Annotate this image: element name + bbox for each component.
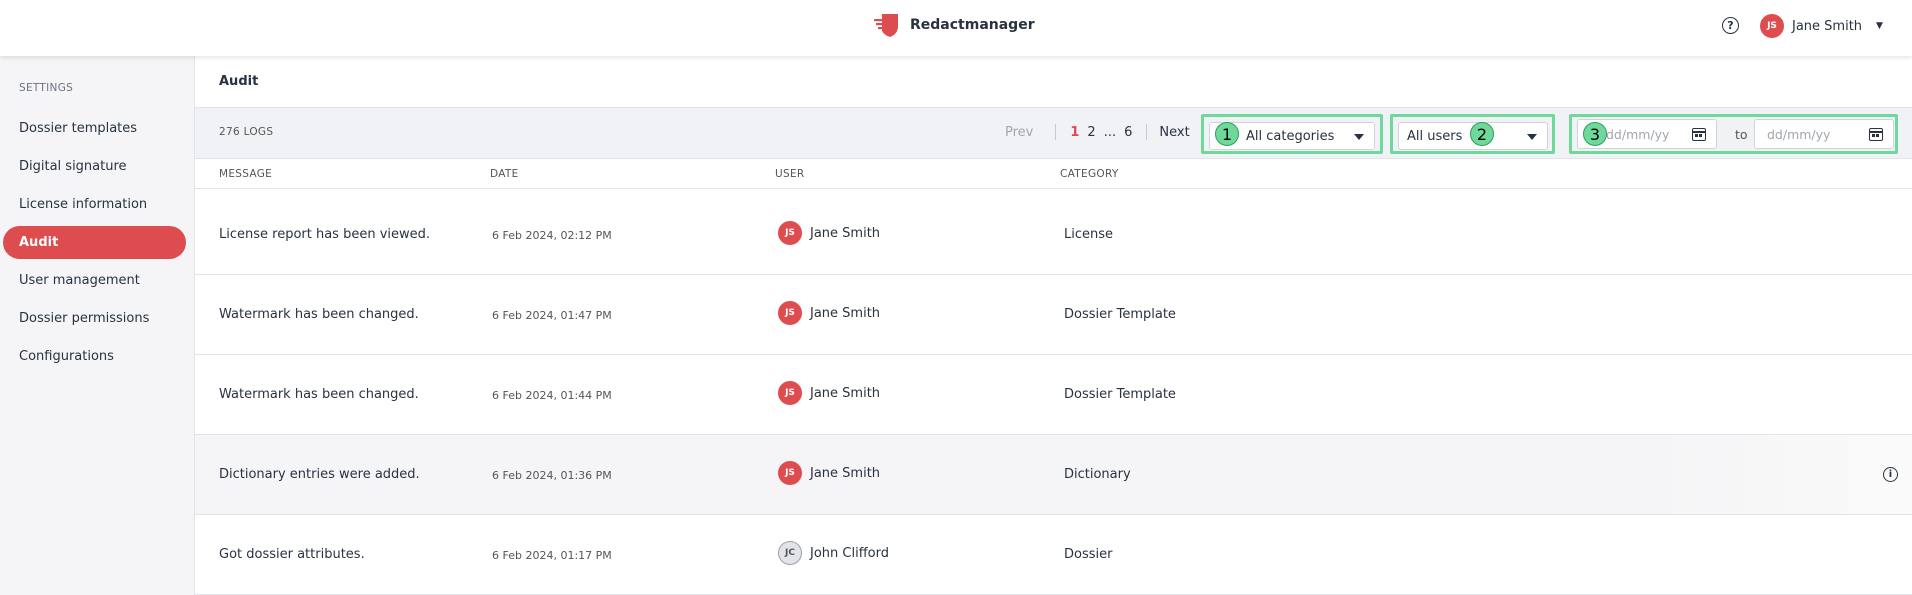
- row-user: JS Jane Smith: [778, 301, 880, 325]
- row-user: JS Jane Smith: [778, 381, 880, 405]
- row-user: JS Jane Smith: [778, 221, 880, 245]
- page-title: Audit: [219, 74, 259, 89]
- column-header-message[interactable]: MESSAGE: [219, 168, 272, 180]
- audit-toolbar: 276 LOGS Prev 1 2 ... 6 Next All categor…: [195, 107, 1912, 159]
- user-menu[interactable]: JS Jane Smith ▼: [1760, 14, 1883, 38]
- date-to-input[interactable]: dd/mm/yy: [1754, 119, 1894, 149]
- table-header: MESSAGE DATE USER CATEGORY: [195, 159, 1912, 189]
- column-header-user[interactable]: USER: [775, 168, 804, 180]
- table-row[interactable]: Watermark has been changed. 6 Feb 2024, …: [195, 355, 1912, 435]
- row-category: Dossier: [1064, 547, 1113, 562]
- row-message: Got dossier attributes.: [219, 547, 365, 562]
- row-user-name: Jane Smith: [810, 305, 881, 321]
- row-date: 6 Feb 2024, 01:17 PM: [492, 549, 612, 562]
- top-bar: Redactmanager ? JS Jane Smith ▼: [0, 0, 1912, 56]
- row-category: Dossier Template: [1064, 387, 1176, 402]
- chevron-down-icon: [1527, 134, 1537, 140]
- sidebar-title: SETTINGS: [19, 82, 74, 94]
- row-category: License: [1064, 227, 1114, 242]
- annotation-badge-1: 1: [1215, 122, 1239, 146]
- calendar-icon[interactable]: [1692, 128, 1706, 141]
- page-2-button[interactable]: 2: [1087, 125, 1095, 140]
- date-to-placeholder: dd/mm/yy: [1767, 126, 1831, 142]
- chevron-down-icon: [1354, 134, 1364, 140]
- sidebar-item-user-management[interactable]: User management: [3, 264, 186, 297]
- logs-count: 276 LOGS: [219, 126, 274, 138]
- row-user-name: Jane Smith: [810, 385, 881, 401]
- settings-sidebar: SETTINGS Dossier templates Digital signa…: [0, 56, 195, 595]
- help-circle-icon[interactable]: ?: [1722, 17, 1739, 34]
- row-message: Watermark has been changed.: [219, 387, 419, 402]
- row-category: Dossier Template: [1064, 307, 1176, 322]
- row-user: JS Jane Smith: [778, 461, 880, 485]
- page-6-button[interactable]: 6: [1124, 125, 1132, 140]
- next-page-button[interactable]: Next: [1159, 125, 1189, 140]
- annotation-badge-3: 3: [1583, 122, 1607, 146]
- column-header-category[interactable]: CATEGORY: [1060, 168, 1119, 180]
- table-row[interactable]: Got dossier attributes. 6 Feb 2024, 01:1…: [195, 515, 1912, 595]
- user-name: Jane Smith: [1792, 18, 1863, 34]
- row-user-name: Jane Smith: [810, 225, 881, 241]
- row-date: 6 Feb 2024, 01:47 PM: [492, 309, 612, 322]
- avatar: JS: [1760, 14, 1784, 38]
- caret-down-icon: ▼: [1876, 21, 1883, 31]
- row-date: 6 Feb 2024, 02:12 PM: [492, 229, 612, 242]
- row-user-name: Jane Smith: [810, 465, 881, 481]
- row-message: Watermark has been changed.: [219, 307, 419, 322]
- pagination: Prev 1 2 ... 6 Next: [1005, 124, 1190, 140]
- table-row[interactable]: License report has been viewed. 6 Feb 20…: [195, 195, 1912, 275]
- column-header-date[interactable]: DATE: [490, 168, 519, 180]
- row-date: 6 Feb 2024, 01:36 PM: [492, 469, 612, 482]
- calendar-icon[interactable]: [1869, 128, 1883, 141]
- avatar: JS: [778, 461, 802, 485]
- user-select-value: All users: [1407, 128, 1463, 144]
- table-row[interactable]: Watermark has been changed. 6 Feb 2024, …: [195, 275, 1912, 355]
- date-range-to-label: to: [1735, 127, 1748, 142]
- row-date: 6 Feb 2024, 01:44 PM: [492, 389, 612, 402]
- page-ellipsis: ...: [1103, 124, 1117, 140]
- page-1-button[interactable]: 1: [1070, 125, 1079, 140]
- sidebar-item-digital-signature[interactable]: Digital signature: [3, 150, 186, 183]
- divider: [1055, 124, 1057, 140]
- sidebar-item-audit[interactable]: Audit: [3, 226, 186, 259]
- date-from-placeholder: dd/mm/yy: [1606, 126, 1670, 142]
- prev-page-button[interactable]: Prev: [1005, 125, 1033, 140]
- info-icon[interactable]: i: [1883, 467, 1898, 482]
- row-user-name: John Clifford: [810, 545, 889, 561]
- date-filter-highlight: dd/mm/yy to dd/mm/yy 3: [1569, 114, 1898, 154]
- row-message: License report has been viewed.: [219, 227, 431, 242]
- avatar: JC: [778, 541, 802, 565]
- category-filter-highlight: All categories 1: [1201, 114, 1383, 154]
- sidebar-item-configurations[interactable]: Configurations: [3, 340, 186, 373]
- sidebar-item-license-information[interactable]: License information: [3, 188, 186, 221]
- avatar: JS: [778, 381, 802, 405]
- annotation-badge-2: 2: [1470, 122, 1494, 146]
- redactmanager-logo-icon: [874, 14, 898, 37]
- table-row[interactable]: Dictionary entries were added. 6 Feb 202…: [195, 435, 1912, 515]
- avatar: JS: [778, 221, 802, 245]
- brand[interactable]: Redactmanager: [872, 11, 1035, 39]
- row-category: Dictionary: [1064, 467, 1131, 482]
- main-content: Audit 276 LOGS Prev 1 2 ... 6 Next All c…: [195, 56, 1912, 595]
- divider: [1146, 124, 1148, 140]
- app-name: Redactmanager: [910, 17, 1035, 33]
- sidebar-item-dossier-templates[interactable]: Dossier templates: [3, 112, 186, 145]
- row-user: JC John Clifford: [778, 541, 889, 565]
- sidebar-item-dossier-permissions[interactable]: Dossier permissions: [3, 302, 186, 335]
- user-filter-highlight: All users 2: [1390, 114, 1555, 154]
- avatar: JS: [778, 301, 802, 325]
- row-message: Dictionary entries were added.: [219, 467, 420, 482]
